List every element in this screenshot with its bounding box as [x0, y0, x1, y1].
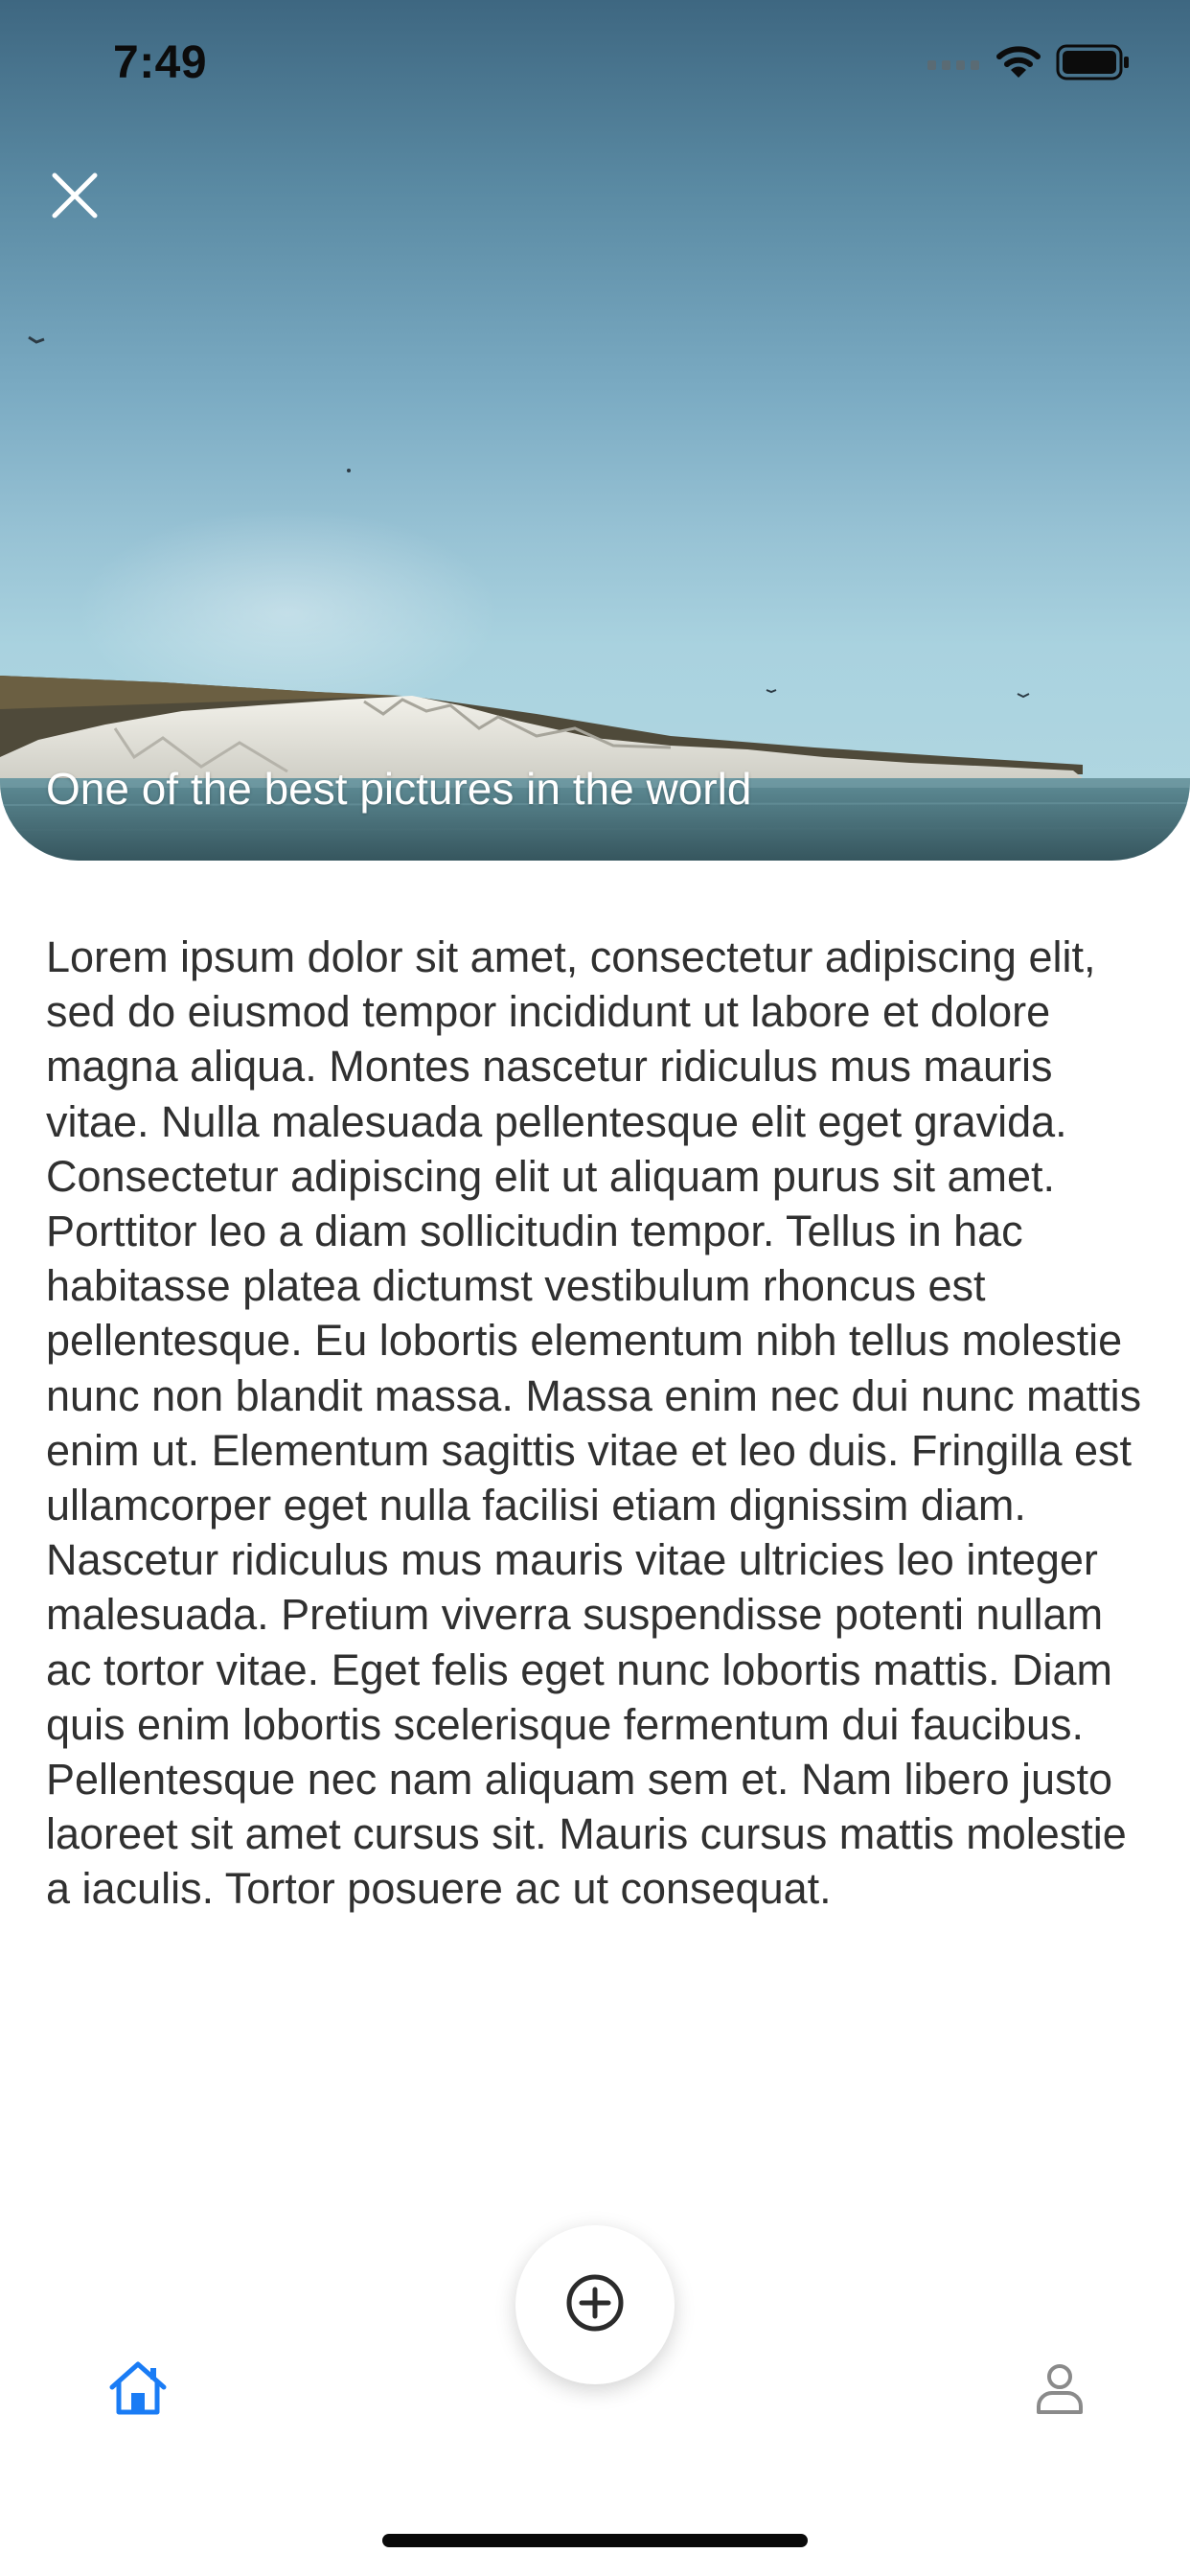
wifi-icon — [996, 45, 1041, 84]
status-time: 7:49 — [113, 37, 208, 88]
tab-home[interactable] — [103, 2356, 172, 2425]
home-icon — [108, 2360, 168, 2421]
add-button[interactable] — [515, 2225, 675, 2384]
article-body: Lorem ipsum dolor sit amet, consectetur … — [46, 932, 1142, 1914]
status-bar: 7:49 — [0, 0, 1190, 126]
home-indicator — [382, 2534, 808, 2547]
status-icons — [927, 40, 1131, 88]
hero-caption: One of the best pictures in the world — [46, 764, 752, 814]
close-icon — [50, 171, 100, 225]
close-button[interactable] — [42, 165, 107, 230]
battery-icon — [1056, 44, 1131, 85]
add-circle-icon — [565, 2273, 625, 2337]
person-icon — [1036, 2362, 1084, 2419]
cellular-signal-icon — [927, 55, 981, 75]
tab-profile[interactable] — [1025, 2356, 1094, 2425]
cliffs-landscape-image — [0, 335, 1190, 861]
hero-image: 7:49 One of the best pictures in the wor… — [0, 0, 1190, 861]
